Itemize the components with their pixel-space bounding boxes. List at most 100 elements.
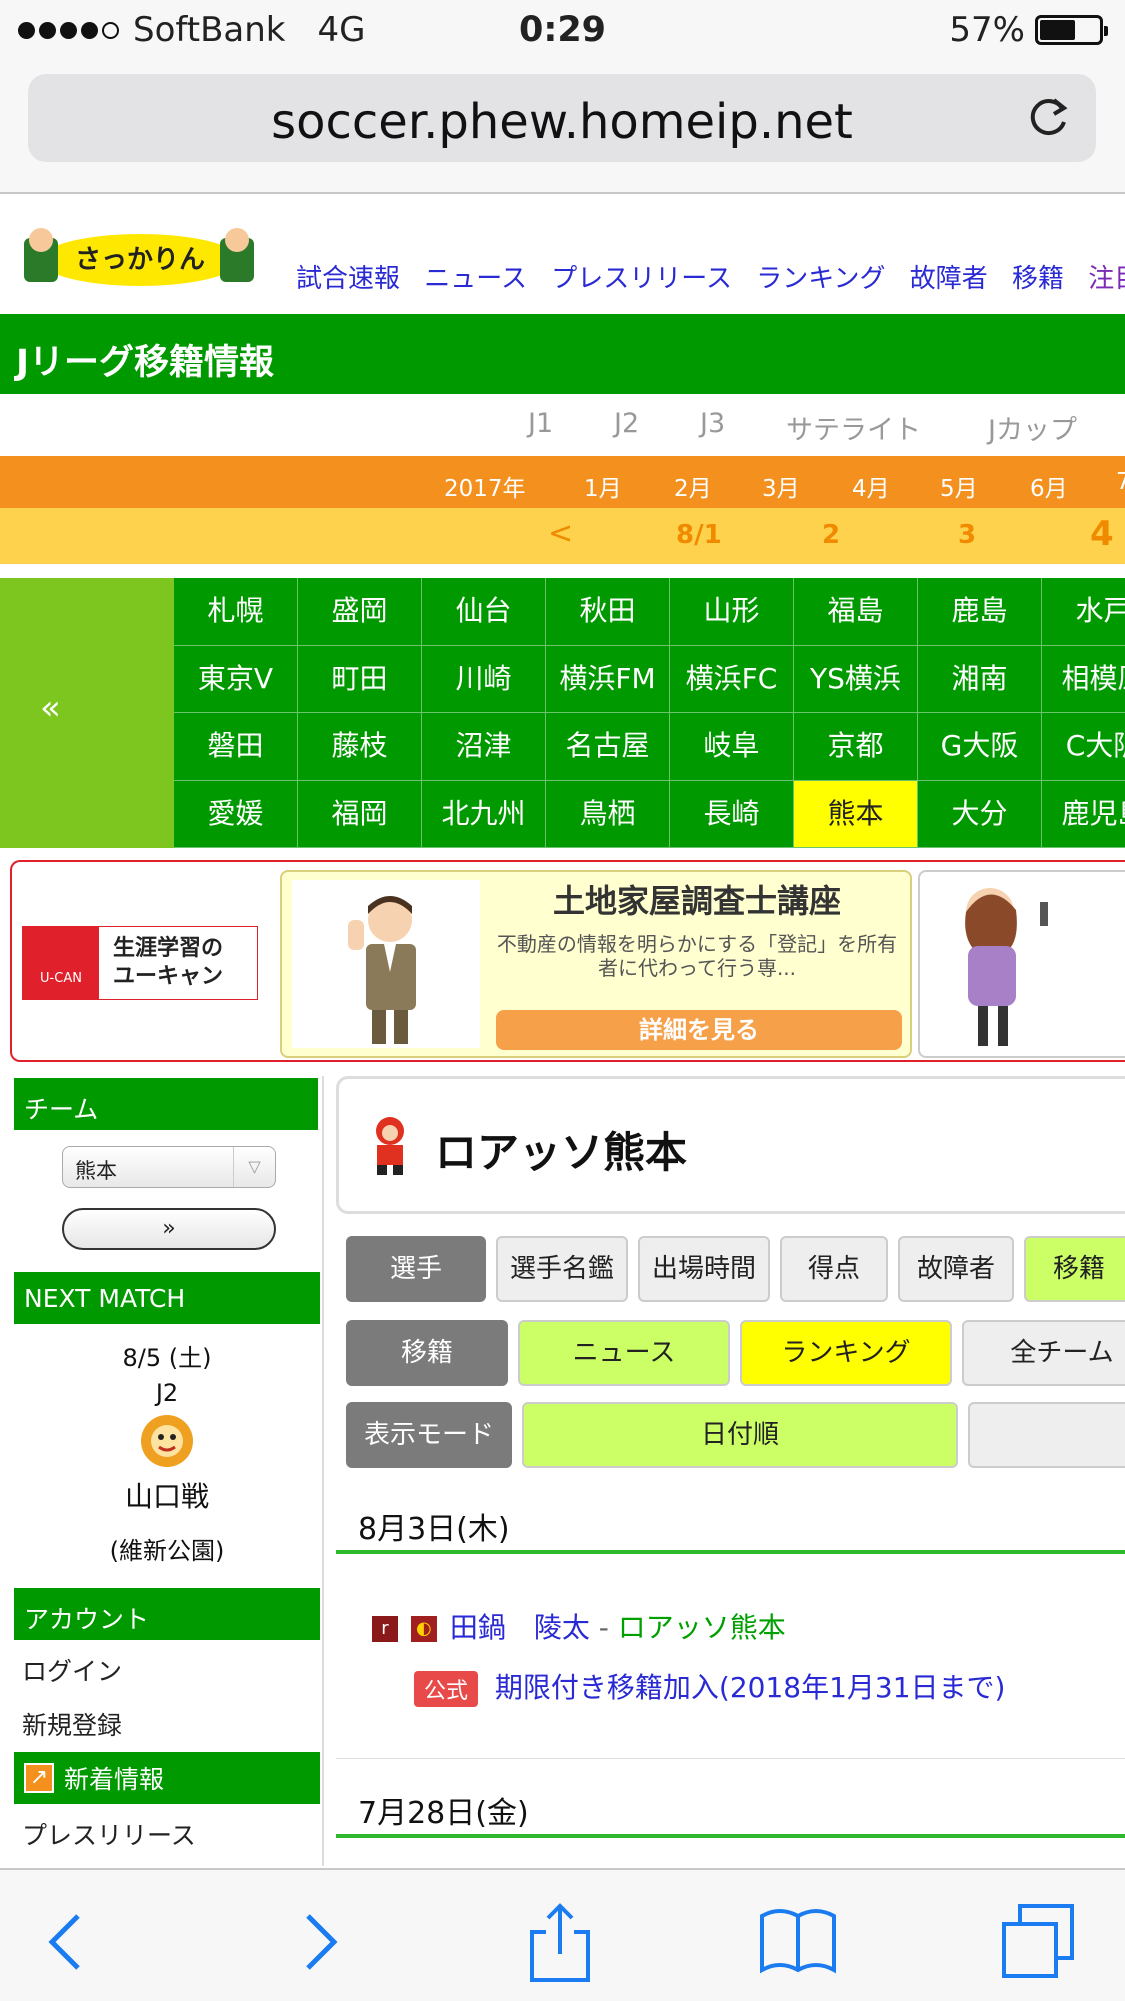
team-cell[interactable]: 東京V: [174, 645, 298, 713]
team-cell[interactable]: 相模原: [1042, 645, 1125, 713]
nav-injuries[interactable]: 故障者: [910, 264, 988, 294]
team-go-button[interactable]: »: [62, 1208, 276, 1250]
team-cell[interactable]: 北九州: [422, 780, 546, 848]
tab-goals[interactable]: 得点: [780, 1236, 888, 1302]
forward-icon[interactable]: [278, 1902, 358, 1982]
team-cell[interactable]: 福岡: [298, 780, 422, 848]
reload-icon[interactable]: [1026, 94, 1072, 140]
address-bar[interactable]: soccer.phew.homeip.net: [28, 74, 1096, 162]
team-cell[interactable]: 秋田: [546, 578, 670, 646]
team-cell[interactable]: 藤枝: [298, 713, 422, 781]
day-prev-button[interactable]: <: [548, 516, 573, 551]
tabs-icon[interactable]: [998, 1902, 1078, 1982]
team-cell[interactable]: 横浜FC: [670, 645, 794, 713]
month-4[interactable]: 4月: [852, 469, 890, 503]
ucan-logo[interactable]: U-CAN 生涯学習の ユーキャン: [22, 926, 258, 1000]
nav-news[interactable]: ニュース: [424, 264, 527, 294]
ad-card[interactable]: 土地家屋調査士講座 不動産の情報を明らかにする「登記」を所有者に代わって行う専.…: [280, 870, 912, 1058]
year-label: 2017年: [444, 476, 526, 502]
team-cell[interactable]: 水戸: [1042, 578, 1125, 646]
transfer-detail-link[interactable]: 期限付き移籍加入(2018年1月31日まで): [495, 1671, 1006, 1704]
team-cell[interactable]: YS横浜: [794, 645, 918, 713]
team-cell[interactable]: 鹿児島: [1042, 780, 1125, 848]
all-teams-button[interactable]: 全チーム: [962, 1320, 1125, 1386]
team-cell[interactable]: 京都: [794, 713, 918, 781]
transfer-ranking-button[interactable]: ランキング: [740, 1320, 952, 1386]
team-grid-prev-button[interactable]: «: [40, 688, 61, 728]
team-cell[interactable]: 熊本: [794, 780, 918, 848]
team-cell[interactable]: G大阪: [918, 713, 1042, 781]
tab-players[interactable]: 選手: [346, 1236, 486, 1302]
team-cell[interactable]: 鳥栖: [546, 780, 670, 848]
nav-featured[interactable]: 注目の: [1088, 264, 1125, 294]
day-2[interactable]: 2: [822, 520, 840, 550]
official-badge: 公式: [414, 1671, 479, 1707]
month-5[interactable]: 5月: [940, 469, 978, 503]
month-7[interactable]: 7: [1116, 469, 1125, 495]
next-match-opponent[interactable]: 山口戦: [10, 1475, 324, 1515]
transfer-news-button[interactable]: ニュース: [518, 1320, 730, 1386]
day-8-1[interactable]: 8/1: [676, 520, 722, 550]
display-mode-label: 表示モード: [346, 1402, 512, 1468]
url-text[interactable]: soccer.phew.homeip.net: [28, 94, 1096, 150]
press-release-link[interactable]: プレスリリース: [10, 1806, 324, 1860]
month-1[interactable]: 1月: [584, 469, 622, 503]
team-cell[interactable]: C大阪: [1042, 713, 1125, 781]
team-cell[interactable]: 町田: [298, 645, 422, 713]
sort-other-button[interactable]: [968, 1402, 1125, 1468]
player-link[interactable]: 田鍋 陵太: [450, 1611, 590, 1644]
ad-banner[interactable]: U-CAN 生涯学習の ユーキャン 土地家屋調査士講座 不動産の情報を明らかにす…: [10, 860, 1125, 1062]
nav-transfers[interactable]: 移籍: [1012, 264, 1064, 294]
team-cell[interactable]: 大分: [918, 780, 1042, 848]
tab-jcup[interactable]: Jカップ: [988, 408, 1077, 447]
transfer-label: 移籍: [346, 1320, 508, 1386]
sidebar: チーム 熊本 ▽ » NEXT MATCH 8/5 (土) J2 山口戦 (維新…: [10, 1076, 324, 1866]
month-2[interactable]: 2月: [674, 469, 712, 503]
tab-transfers[interactable]: 移籍: [1024, 1236, 1125, 1302]
team-select[interactable]: 熊本 ▽: [62, 1146, 276, 1188]
team-cell[interactable]: 川崎: [422, 645, 546, 713]
month-3[interactable]: 3月: [762, 469, 800, 503]
login-link[interactable]: ログイン: [10, 1642, 324, 1696]
ad-details-button[interactable]: 詳細を見る: [496, 1010, 902, 1050]
transfer-menu-row: 移籍 ニュース ランキング 全チーム: [346, 1320, 1125, 1386]
team-cell[interactable]: 山形: [670, 578, 794, 646]
team-cell[interactable]: 岐阜: [670, 713, 794, 781]
team-cell[interactable]: 沼津: [422, 713, 546, 781]
team-cell[interactable]: 仙台: [422, 578, 546, 646]
nav-live-scores[interactable]: 試合速報: [296, 264, 400, 294]
share-icon[interactable]: [520, 1902, 600, 1982]
back-icon[interactable]: [28, 1902, 108, 1982]
sort-by-date-button[interactable]: 日付順: [522, 1402, 958, 1468]
team-cell[interactable]: 愛媛: [174, 780, 298, 848]
next-match-section: NEXT MATCH 8/5 (土) J2 山口戦 (維新公園): [10, 1270, 324, 1566]
tab-player-directory[interactable]: 選手名鑑: [496, 1236, 628, 1302]
bookmarks-icon[interactable]: [758, 1902, 838, 1982]
team-cell[interactable]: 名古屋: [546, 713, 670, 781]
team-cell[interactable]: 長崎: [670, 780, 794, 848]
team-cell[interactable]: 鹿島: [918, 578, 1042, 646]
register-link[interactable]: 新規登録: [10, 1696, 324, 1750]
club-link[interactable]: ロアッソ熊本: [618, 1611, 786, 1644]
nav-ranking[interactable]: ランキング: [756, 264, 885, 294]
tab-play-time[interactable]: 出場時間: [638, 1236, 770, 1302]
team-cell[interactable]: 盛岡: [298, 578, 422, 646]
next-match-date: 8/5 (土): [122, 1344, 212, 1372]
team-cell[interactable]: 札幌: [174, 578, 298, 646]
tab-j1[interactable]: J1: [528, 408, 553, 439]
tab-j2[interactable]: J2: [614, 408, 639, 439]
nav-press-release[interactable]: プレスリリース: [551, 264, 732, 294]
tab-j3[interactable]: J3: [700, 408, 725, 439]
tab-injuries[interactable]: 故障者: [898, 1236, 1014, 1302]
team-cell[interactable]: 湘南: [918, 645, 1042, 713]
account-heading: アカウント: [14, 1588, 320, 1640]
team-cell[interactable]: 福島: [794, 578, 918, 646]
team-cell[interactable]: 横浜FM: [546, 645, 670, 713]
site-logo[interactable]: さっかりん: [20, 224, 260, 296]
tab-satellite[interactable]: サテライト: [786, 408, 921, 447]
month-6[interactable]: 6月: [1030, 469, 1068, 503]
day-3[interactable]: 3: [958, 520, 976, 550]
team-cell[interactable]: 磐田: [174, 713, 298, 781]
ad-card-secondary[interactable]: [918, 870, 1125, 1058]
day-4[interactable]: 4: [1090, 514, 1114, 554]
